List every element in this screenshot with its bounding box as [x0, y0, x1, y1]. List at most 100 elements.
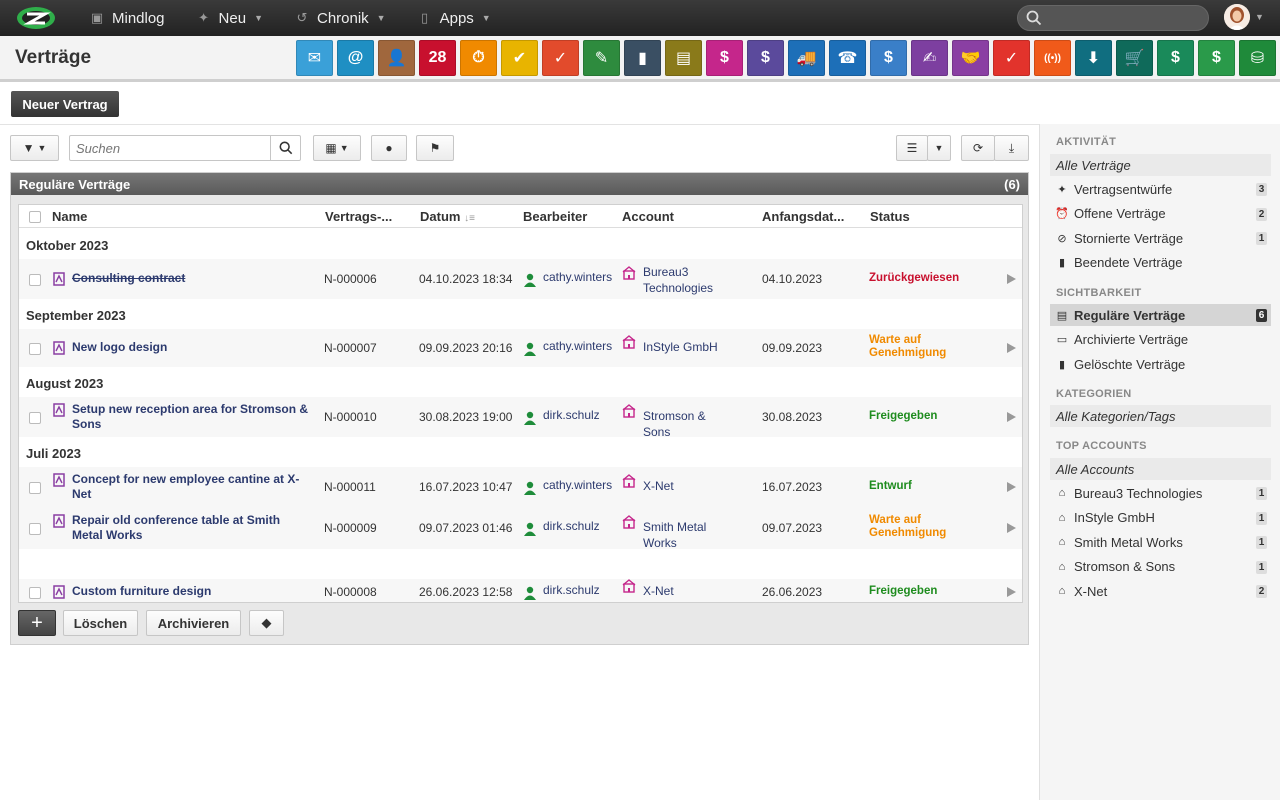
column-header-name[interactable]: Name [52, 209, 87, 224]
table-row[interactable]: New logo design N-000007 09.09.2023 20:16 c… [19, 329, 1022, 367]
nav-mindlog[interactable]: ▣ Mindlog [88, 10, 165, 27]
date-filter-button[interactable]: ▦ ▼ [313, 135, 361, 161]
column-header-account[interactable]: Account [622, 209, 674, 224]
account-link[interactable]: InStyle GmbH [643, 339, 733, 355]
pdf-icon[interactable]: ✓ [993, 40, 1030, 76]
view-options-button[interactable]: ▼ [927, 135, 951, 161]
table-row[interactable]: Repair old conference table at Smith Met… [19, 507, 1022, 551]
sidebar-item-activity[interactable]: ⊘ Stornierte Verträge 1 [1050, 227, 1271, 249]
sidebar-item-account[interactable]: ⌂ Stromson & Sons 1 [1050, 556, 1271, 578]
column-header-number[interactable]: Vertrags-... [325, 209, 392, 224]
sidebar-item-visibility[interactable]: ▮ Gelöschte Verträge [1050, 353, 1271, 375]
row-checkbox[interactable] [29, 343, 41, 355]
tasks-icon[interactable]: ✔ [501, 40, 538, 76]
broadcast-icon[interactable]: ((•)) [1034, 40, 1071, 76]
editor-link[interactable]: dirk.schulz [543, 408, 600, 422]
account-link[interactable]: Bureau3 Technologies [643, 264, 733, 296]
search-input[interactable] [70, 136, 270, 160]
column-header-status[interactable]: Status [870, 209, 910, 224]
download-icon[interactable]: ⬇ [1075, 40, 1112, 76]
column-header-editor[interactable]: Bearbeiter [523, 209, 587, 224]
flag-filter-button[interactable]: ⚑ [416, 135, 454, 161]
editor-link[interactable]: dirk.schulz [543, 519, 600, 533]
table-row[interactable]: Custom furniture design N-000008 26.06.202… [19, 579, 1022, 602]
column-header-date[interactable]: Datum ↓≡ [420, 209, 475, 224]
mail-icon[interactable]: ✉ [296, 40, 333, 76]
play-arrow-icon[interactable] [1007, 482, 1016, 492]
documents-icon[interactable]: ▤ [665, 40, 702, 76]
nav-chronik[interactable]: ↺ Chronik ▼ [293, 10, 386, 27]
sidebar-item-all-contracts[interactable]: Alle Verträge [1050, 154, 1271, 176]
sidebar-item-account[interactable]: ⌂ InStyle GmbH 1 [1050, 507, 1271, 529]
cart-icon[interactable]: 🛒 [1116, 40, 1153, 76]
finance-icon[interactable]: $ [747, 40, 784, 76]
archive-button[interactable]: Archivieren [146, 610, 241, 636]
row-checkbox[interactable] [29, 482, 41, 494]
export-button[interactable]: ⤓ [994, 135, 1029, 161]
contract-name-link[interactable]: Consulting contract [72, 271, 310, 286]
table-row[interactable]: Consulting contract N-000006 04.10.2023 18… [19, 259, 1022, 299]
editor-link[interactable]: cathy.winters [543, 339, 612, 353]
account-link[interactable]: X-Net [643, 478, 733, 494]
database-icon[interactable]: ⛁ [1239, 40, 1276, 76]
table-row[interactable]: Concept for new employee cantine at X-Ne… [19, 467, 1022, 507]
refresh-button[interactable]: ⟳ [961, 135, 995, 161]
cash-icon[interactable]: $ [1157, 40, 1194, 76]
notes-icon[interactable]: ✎ [583, 40, 620, 76]
row-checkbox[interactable] [29, 523, 41, 535]
contacts-icon[interactable]: 👤 [378, 40, 415, 76]
editor-link[interactable]: cathy.winters [543, 270, 612, 284]
sidebar-item-visibility[interactable]: ▤ Reguläre Verträge 6 [1050, 304, 1271, 326]
sidebar-item-account[interactable]: ⌂ Bureau3 Technologies 1 [1050, 482, 1271, 504]
user-filter-button[interactable]: ● [371, 135, 407, 161]
zoho-logo-icon[interactable] [14, 4, 58, 32]
sidebar-item-activity[interactable]: ⏰ Offene Verträge 2 [1050, 203, 1271, 225]
money-bag-icon[interactable]: $ [870, 40, 907, 76]
tag-button[interactable]: ◆ [249, 610, 284, 636]
contract-name-link[interactable]: Concept for new employee cantine at X-Ne… [72, 472, 310, 502]
timer-icon[interactable]: ⏱ [460, 40, 497, 76]
email-icon[interactable]: @ [337, 40, 374, 76]
support-icon[interactable]: ☎ [829, 40, 866, 76]
contract-name-link[interactable]: Repair old conference table at Smith Met… [72, 513, 310, 543]
calendar-icon[interactable]: 28 [419, 40, 456, 76]
global-search-input[interactable] [1017, 5, 1209, 31]
play-arrow-icon[interactable] [1007, 343, 1016, 353]
add-button[interactable]: + [18, 610, 56, 636]
play-arrow-icon[interactable] [1007, 587, 1016, 597]
select-all-checkbox[interactable] [29, 211, 41, 223]
sidebar-item-activity[interactable]: ✦ Vertragsentwürfe 3 [1050, 178, 1271, 200]
account-link[interactable]: Smith Metal Works [643, 519, 733, 551]
sidebar-item-account[interactable]: ⌂ Smith Metal Works 1 [1050, 531, 1271, 553]
play-arrow-icon[interactable] [1007, 274, 1016, 284]
column-header-start-date[interactable]: Anfangsdat... [762, 209, 844, 224]
list-view-button[interactable]: ☰ [896, 135, 928, 161]
nav-neu[interactable]: ✦ Neu ▼ [195, 10, 263, 27]
new-contract-button[interactable]: Neuer Vertrag [11, 91, 119, 117]
delete-button[interactable]: Löschen [63, 610, 138, 636]
editor-link[interactable]: cathy.winters [543, 478, 612, 492]
contracts-icon[interactable]: ✍ [911, 40, 948, 76]
delivery-icon[interactable]: 🚚 [788, 40, 825, 76]
projects-icon[interactable]: ✓ [542, 40, 579, 76]
handshake-icon[interactable]: 🤝 [952, 40, 989, 76]
search-button[interactable] [270, 136, 301, 160]
row-checkbox[interactable] [29, 274, 41, 286]
contract-name-link[interactable]: Setup new reception area for Stromson & … [72, 402, 310, 432]
filter-button[interactable]: ▼ ▼ [10, 135, 59, 161]
sidebar-item-visibility[interactable]: ▭ Archivierte Verträge [1050, 329, 1271, 351]
user-avatar[interactable] [1224, 4, 1250, 30]
bookmark-icon[interactable]: ▮ [624, 40, 661, 76]
row-checkbox[interactable] [29, 587, 41, 599]
account-link[interactable]: X-Net [643, 583, 733, 599]
table-row[interactable]: Setup new reception area for Stromson & … [19, 397, 1022, 440]
play-arrow-icon[interactable] [1007, 523, 1016, 533]
nav-apps[interactable]: ▯ Apps ▼ [416, 10, 491, 27]
editor-link[interactable]: dirk.schulz [543, 583, 600, 597]
sidebar-item-activity[interactable]: ▮ Beendete Verträge [1050, 252, 1271, 274]
play-arrow-icon[interactable] [1007, 412, 1016, 422]
reception-icon[interactable]: $ [706, 40, 743, 76]
contract-name-link[interactable]: New logo design [72, 340, 310, 355]
price-tag-icon[interactable]: $ [1198, 40, 1235, 76]
account-link[interactable]: Stromson & Sons [643, 408, 733, 440]
